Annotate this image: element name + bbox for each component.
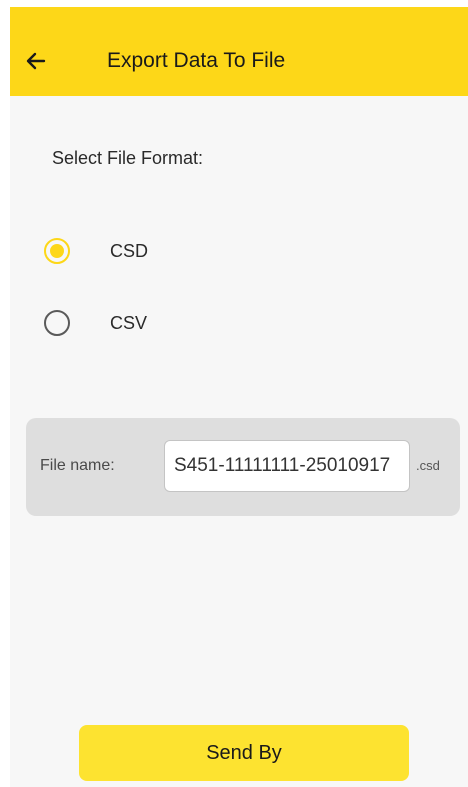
format-option-label: CSV	[110, 312, 148, 333]
back-button[interactable]	[20, 45, 52, 77]
format-option-csv[interactable]: CSV	[44, 308, 147, 338]
file-name-label: File name:	[40, 457, 115, 474]
file-name-panel: File name: .csd	[26, 418, 460, 516]
page-title: Export Data To File	[107, 49, 286, 72]
format-option-label: CSD	[110, 240, 149, 261]
radio-selected-icon[interactable]	[44, 238, 70, 264]
app-bar: Export Data To File	[10, 7, 468, 96]
send-by-button[interactable]: Send By	[79, 725, 409, 781]
file-extension-label: .csd	[416, 458, 440, 473]
export-screen: Export Data To File Select File Format: …	[0, 0, 468, 787]
radio-unselected-icon[interactable]	[44, 310, 70, 336]
format-section-label: Select File Format:	[52, 148, 204, 168]
format-option-csd[interactable]: CSD	[44, 236, 148, 266]
file-name-input[interactable]	[164, 440, 410, 492]
arrow-left-icon	[26, 52, 46, 70]
